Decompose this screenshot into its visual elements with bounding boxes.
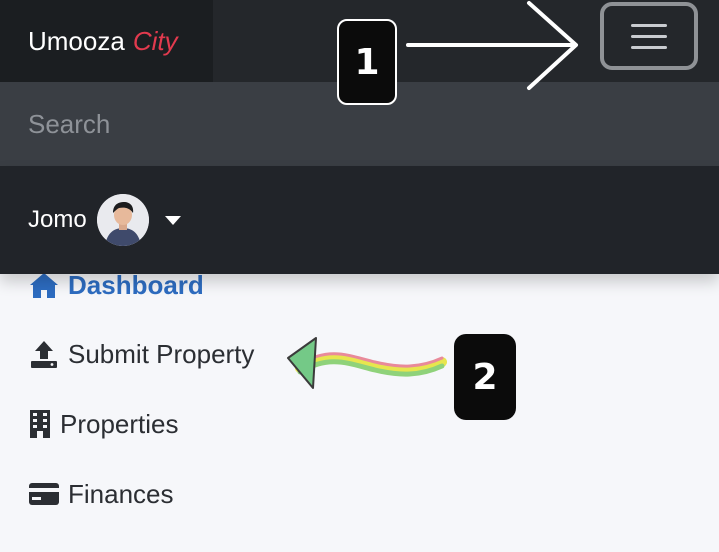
annotation-arrow-left (287, 337, 447, 389)
step-badge-1: 1 (337, 19, 397, 105)
step-badge-2: 2 (454, 334, 516, 420)
app-screen: Umooza City Jomo (0, 0, 719, 552)
annotation-arrow-right (406, 1, 578, 90)
